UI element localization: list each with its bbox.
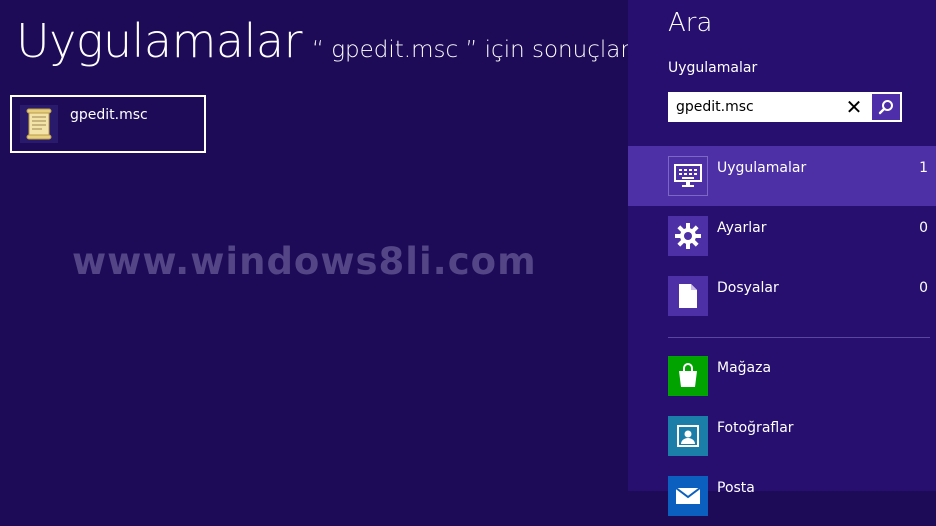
mail-icon [668,476,708,516]
result-tile-gpedit[interactable]: gpedit.msc [10,95,206,153]
category-count: 0 [919,220,928,236]
app-fotograflar[interactable]: Fotoğraflar [628,406,936,466]
clear-search-button[interactable]: ✕ [840,92,868,122]
results-title: Uygulamalar [16,14,303,68]
result-label: gpedit.msc [70,107,148,123]
photos-icon [668,416,708,456]
search-scope-label: Uygulamalar [668,60,758,76]
app-label: Mağaza [717,360,772,376]
app-label: Fotoğraflar [717,420,794,436]
category-count: 0 [919,280,928,296]
category-label: Dosyalar [717,280,779,296]
scroll-document-icon [20,105,58,143]
search-charm-pane: Ara Uygulamalar ✕ Uygulamalar [628,0,936,516]
search-input[interactable] [668,92,868,122]
app-magaza[interactable]: Mağaza [628,346,936,406]
category-dosyalar[interactable]: Dosyalar 0 [628,266,936,326]
results-heading: Uygulamalar “ gpedit.msc ” için sonuçlar [16,14,630,68]
category-label: Ayarlar [717,220,767,236]
search-button[interactable] [872,94,900,120]
search-results-area: Uygulamalar “ gpedit.msc ” için sonuçlar … [0,0,630,491]
charm-title: Ara [668,8,713,38]
category-ayarlar[interactable]: Ayarlar 0 [628,206,936,266]
store-bag-icon [668,356,708,396]
gear-icon [668,216,708,256]
magnifier-icon [878,100,893,115]
app-label: Posta [717,480,755,496]
file-icon [668,276,708,316]
category-label: Uygulamalar [717,160,807,176]
divider [668,337,930,338]
apps-keyboard-icon [668,156,708,196]
category-uygulamalar[interactable]: Uygulamalar 1 [628,146,936,206]
watermark: www.windows8li.com [72,240,537,283]
app-posta[interactable]: Posta [628,466,936,526]
search-box: ✕ [668,92,902,122]
category-count: 1 [919,160,928,176]
results-subtitle: “ gpedit.msc ” için sonuçlar [312,37,630,63]
